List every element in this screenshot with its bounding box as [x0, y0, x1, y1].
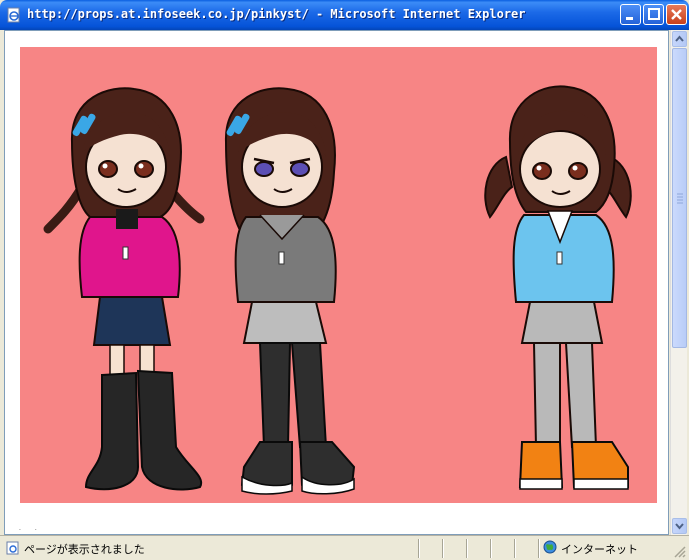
close-icon	[671, 9, 682, 20]
scroll-thumb[interactable]	[672, 48, 687, 348]
minimize-icon	[626, 17, 633, 20]
vertical-scrollbar[interactable]	[670, 30, 687, 535]
arrow-down-icon	[675, 523, 684, 530]
page-dots: . .	[19, 525, 43, 532]
maximize-icon	[648, 8, 660, 20]
status-separator	[418, 539, 420, 558]
character-illustration	[20, 47, 657, 503]
status-separator	[466, 539, 468, 558]
ie-page-icon	[7, 7, 20, 23]
resize-grip-icon[interactable]	[672, 544, 686, 558]
status-text: ページが表示されました	[24, 543, 145, 556]
status-bar: ページが表示されました インターネット	[0, 535, 689, 560]
status-separator	[538, 539, 540, 558]
page-done-icon	[6, 541, 19, 555]
arrow-up-icon	[675, 35, 684, 42]
scroll-up-button[interactable]	[672, 31, 687, 47]
security-zone-text: インターネット	[561, 543, 638, 556]
status-separator	[514, 539, 516, 558]
status-separator	[442, 539, 444, 558]
minimize-button[interactable]	[620, 4, 641, 25]
scroll-down-button[interactable]	[672, 518, 687, 534]
page-content[interactable]: . .	[4, 30, 669, 535]
title-bar[interactable]: http://props.at.infoseek.co.jp/pinkyst/ …	[0, 0, 689, 30]
maximize-button[interactable]	[643, 4, 664, 25]
globe-icon	[543, 540, 557, 554]
browser-window: http://props.at.infoseek.co.jp/pinkyst/ …	[0, 0, 689, 560]
window-title: http://props.at.infoseek.co.jp/pinkyst/ …	[27, 7, 526, 21]
grip-icon	[677, 193, 683, 204]
close-button[interactable]	[666, 4, 687, 25]
status-separator	[490, 539, 492, 558]
